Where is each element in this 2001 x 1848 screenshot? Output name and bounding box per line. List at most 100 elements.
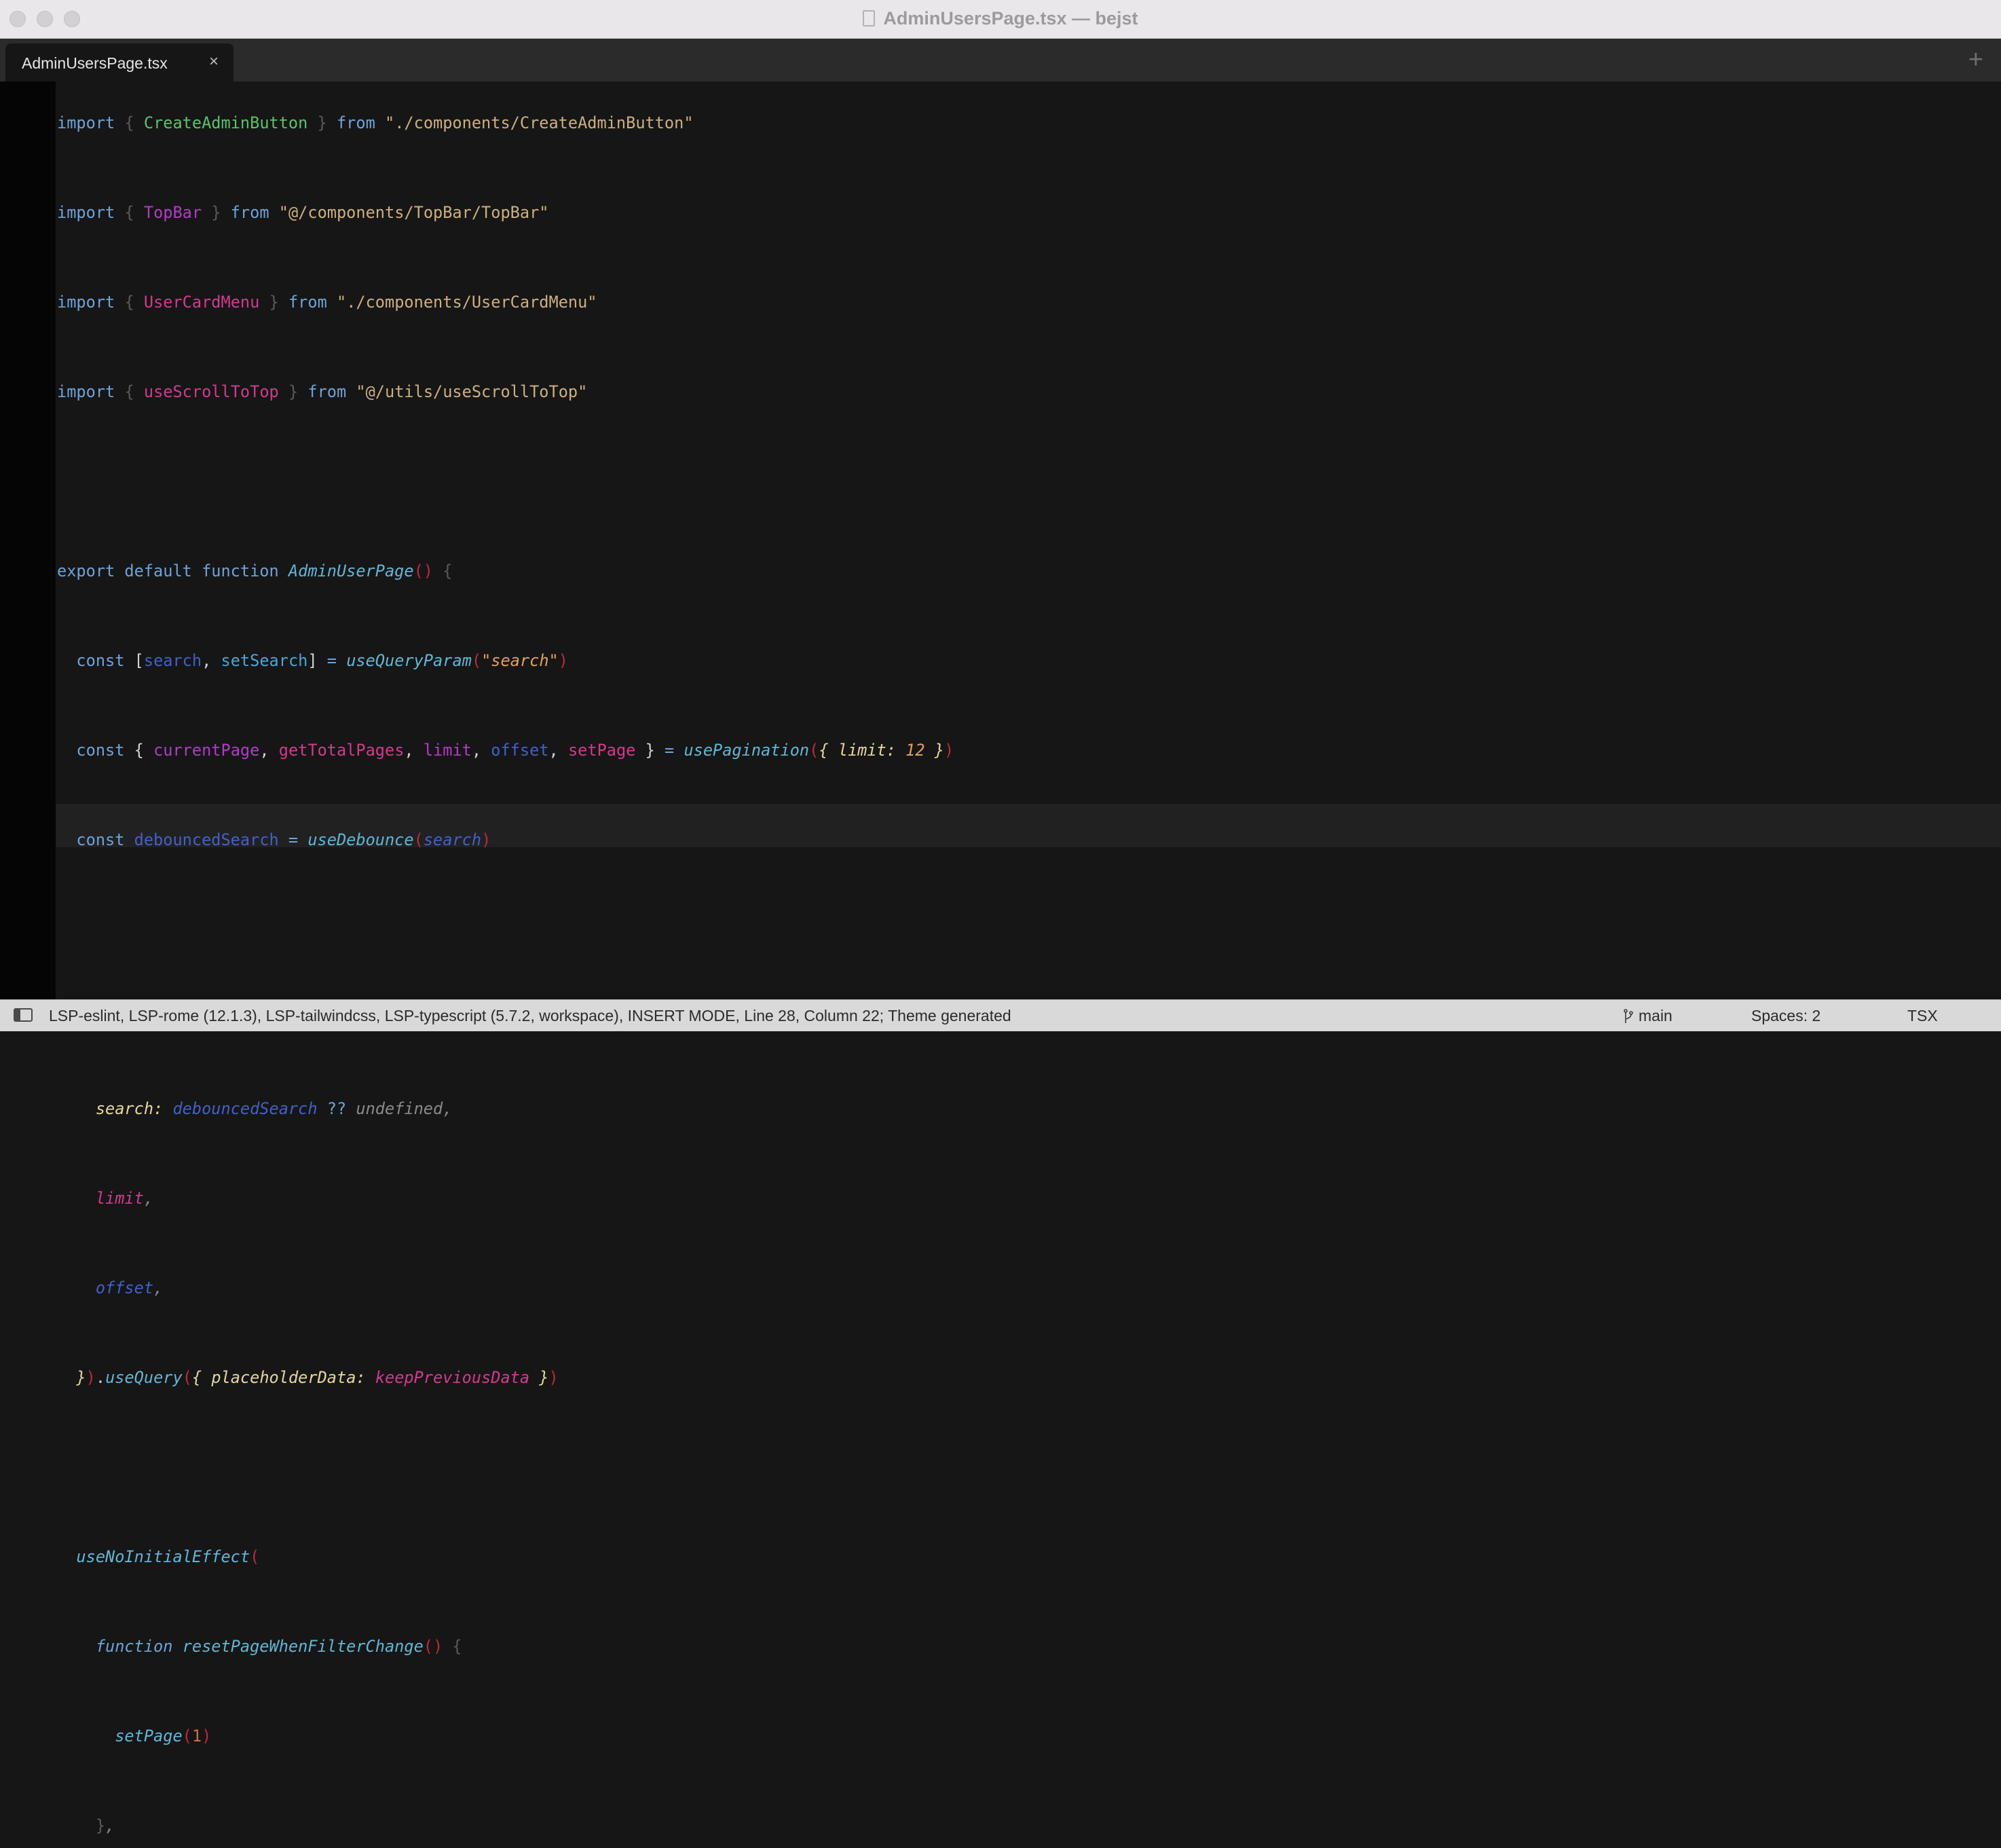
code-token: )	[481, 830, 491, 849]
code-token: (	[471, 651, 482, 670]
code-line[interactable]	[57, 862, 954, 907]
code-line[interactable]: const debouncedSearch = useDebounce(sear…	[57, 817, 954, 862]
code-token: search	[423, 830, 482, 849]
tab-adminuserspage[interactable]: AdminUsersPage.tsx ×	[5, 43, 233, 81]
git-branch-label: main	[1639, 1007, 1672, 1024]
code-token: function	[57, 1637, 183, 1656]
code-line[interactable]: const [search, setSearch] = useQueryPara…	[57, 638, 954, 683]
code-line[interactable]	[57, 1490, 954, 1534]
indentation-setting[interactable]: Spaces: 2	[1751, 1007, 1820, 1025]
code-line[interactable]	[57, 325, 954, 369]
code-line[interactable]	[57, 145, 954, 190]
code-token: useQuery	[105, 1368, 183, 1387]
code-token: ]	[307, 651, 327, 670]
code-line[interactable]	[57, 1579, 954, 1624]
code-token: setPage	[57, 1726, 183, 1745]
code-token: from	[230, 203, 279, 222]
code-token: (	[250, 1547, 260, 1566]
code-line[interactable]	[57, 593, 954, 638]
status-text: LSP-eslint, LSP-rome (12.1.3), LSP-tailw…	[49, 1007, 1011, 1024]
close-tab-icon[interactable]: ×	[209, 52, 219, 71]
code-token: (	[413, 830, 424, 849]
code-token: currentPage	[153, 741, 260, 760]
code-line[interactable]: import { TopBar } from "@/components/Top…	[57, 190, 954, 235]
code-line[interactable]	[57, 459, 954, 504]
code-token: ,	[105, 1816, 115, 1835]
code-token: .	[95, 1368, 106, 1387]
code-line[interactable]: }).useQuery({ placeholderData: keepPrevi…	[57, 1355, 954, 1400]
code-line[interactable]	[57, 1041, 954, 1086]
code-line[interactable]	[57, 907, 954, 952]
code-token: "@/components/TopBar/TopBar"	[278, 203, 549, 222]
code-token: search	[143, 651, 202, 670]
code-line[interactable]: offset,	[57, 1265, 954, 1310]
code-content[interactable]: import { CreateAdminButton } from "./com…	[57, 100, 954, 1848]
window-title: AdminUsersPage.tsx — bejst	[0, 8, 2001, 29]
code-line[interactable]: function resetPageWhenFilterChange() {	[57, 1624, 954, 1669]
code-token: "./components/CreateAdminButton"	[385, 113, 694, 132]
code-line[interactable]	[57, 504, 954, 549]
code-token: from	[288, 293, 337, 312]
code-line[interactable]	[57, 1221, 954, 1265]
code-token: {	[452, 1637, 462, 1656]
code-editor[interactable]: import { CreateAdminButton } from "./com…	[0, 81, 2001, 1835]
code-line[interactable]: import { useScrollToTop } from "@/utils/…	[57, 369, 954, 414]
code-token: { placeholderData:	[191, 1368, 375, 1387]
code-line[interactable]: useNoInitialEffect(	[57, 1534, 954, 1579]
line-gutter	[0, 81, 56, 999]
code-line[interactable]: limit,	[57, 1176, 954, 1221]
code-line[interactable]	[57, 1758, 954, 1803]
code-line[interactable]	[57, 773, 954, 817]
code-line[interactable]: setPage(1)	[57, 1714, 954, 1758]
sidebar-toggle-icon[interactable]	[14, 1008, 33, 1022]
code-token: ,	[259, 741, 279, 760]
code-line[interactable]	[57, 683, 954, 728]
code-token: (	[809, 741, 819, 760]
code-token: }	[924, 741, 945, 760]
syntax-selector[interactable]: TSX	[1907, 1007, 1938, 1025]
code-line[interactable]	[57, 1131, 954, 1176]
code-token: {	[134, 741, 154, 760]
code-line[interactable]	[57, 1310, 954, 1355]
code-line[interactable]	[57, 1445, 954, 1490]
code-token: CreateAdminButton	[143, 113, 308, 132]
code-token: TopBar	[143, 203, 202, 222]
code-line[interactable]: import { CreateAdminButton } from "./com…	[57, 100, 954, 145]
code-line[interactable]	[57, 235, 954, 280]
code-token: "@/utils/useScrollToTop"	[356, 382, 588, 401]
code-line[interactable]: search: debouncedSearch ?? undefined,	[57, 1086, 954, 1131]
code-token: =	[288, 830, 308, 849]
code-token: }	[529, 1368, 549, 1387]
code-token: 1	[191, 1726, 202, 1745]
code-token: "search"	[481, 651, 559, 670]
code-line[interactable]: export default function AdminUserPage() …	[57, 549, 954, 593]
code-token: =	[326, 651, 347, 670]
code-token: {	[443, 561, 453, 580]
code-token: }	[278, 382, 308, 401]
code-line[interactable]: const { currentPage, getTotalPages, limi…	[57, 728, 954, 773]
code-token: }	[57, 1368, 86, 1387]
code-line[interactable]	[57, 952, 954, 997]
code-line[interactable]: import { UserCardMenu } from "./componen…	[57, 280, 954, 325]
git-branch[interactable]: main	[1624, 1007, 1672, 1025]
code-line[interactable]	[57, 414, 954, 459]
code-token: ()	[413, 561, 443, 580]
code-token: ,	[404, 741, 424, 760]
code-token: import	[57, 203, 125, 222]
code-token: useQueryParam	[346, 651, 472, 670]
code-token: }	[259, 293, 288, 312]
code-token: ,	[153, 1278, 164, 1297]
code-token: keepPreviousData	[375, 1368, 530, 1387]
code-token: )	[202, 1726, 212, 1745]
code-token: from	[307, 382, 356, 401]
new-tab-icon[interactable]: +	[1968, 45, 1983, 75]
code-line[interactable]	[57, 1669, 954, 1714]
code-line[interactable]: },	[57, 1803, 954, 1848]
code-token: debouncedSearch	[134, 830, 288, 849]
code-token: ,	[548, 741, 568, 760]
code-token: "./components/UserCardMenu"	[336, 293, 597, 312]
code-token: limit	[423, 741, 472, 760]
code-token: AdminUserPage	[288, 561, 414, 580]
code-token: usePagination	[684, 741, 810, 760]
code-line[interactable]	[57, 1400, 954, 1445]
